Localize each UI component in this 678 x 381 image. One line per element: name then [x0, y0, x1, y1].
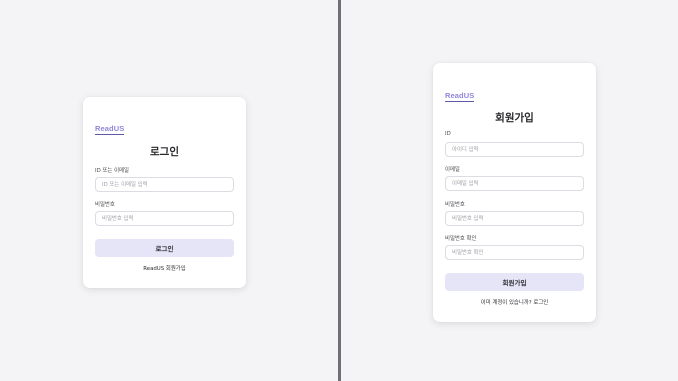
signup-button[interactable]: 회원가입	[445, 273, 584, 291]
email-input[interactable]	[445, 176, 584, 191]
login-button[interactable]: 로그인	[95, 239, 234, 257]
signup-link[interactable]: ReadUS 회원가입	[83, 264, 246, 272]
password-input[interactable]	[445, 211, 584, 226]
page-title: 로그인	[150, 146, 179, 158]
id-input[interactable]	[445, 142, 584, 157]
brand-logo[interactable]: ReadUS	[95, 124, 125, 135]
right-pane: ReadUS 회원가입 ID 이메일 비밀번호 비밀번호 확인 회원가입 이미 …	[341, 0, 678, 381]
password-input[interactable]	[95, 211, 234, 226]
id-label: ID	[445, 131, 451, 137]
brand-logo[interactable]: ReadUS	[445, 91, 475, 102]
left-pane: ReadUS 로그인 ID 또는 이메일 비밀번호 로그인 ReadUS 회원가…	[0, 0, 338, 381]
login-link[interactable]: 이미 계정이 있습니까? 로그인	[433, 298, 596, 306]
email-label: 이메일	[445, 167, 460, 173]
id-label: ID 또는 이메일	[95, 168, 129, 174]
page-title: 회원가입	[495, 112, 534, 124]
login-card: ReadUS 로그인 ID 또는 이메일 비밀번호 로그인 ReadUS 회원가…	[83, 97, 246, 288]
signup-card: ReadUS 회원가입 ID 이메일 비밀번호 비밀번호 확인 회원가입 이미 …	[433, 63, 596, 322]
password-confirm-input[interactable]	[445, 245, 584, 260]
password-label: 비밀번호	[95, 202, 115, 208]
id-input[interactable]	[95, 177, 234, 192]
password-confirm-label: 비밀번호 확인	[445, 236, 477, 242]
password-label: 비밀번호	[445, 202, 465, 208]
